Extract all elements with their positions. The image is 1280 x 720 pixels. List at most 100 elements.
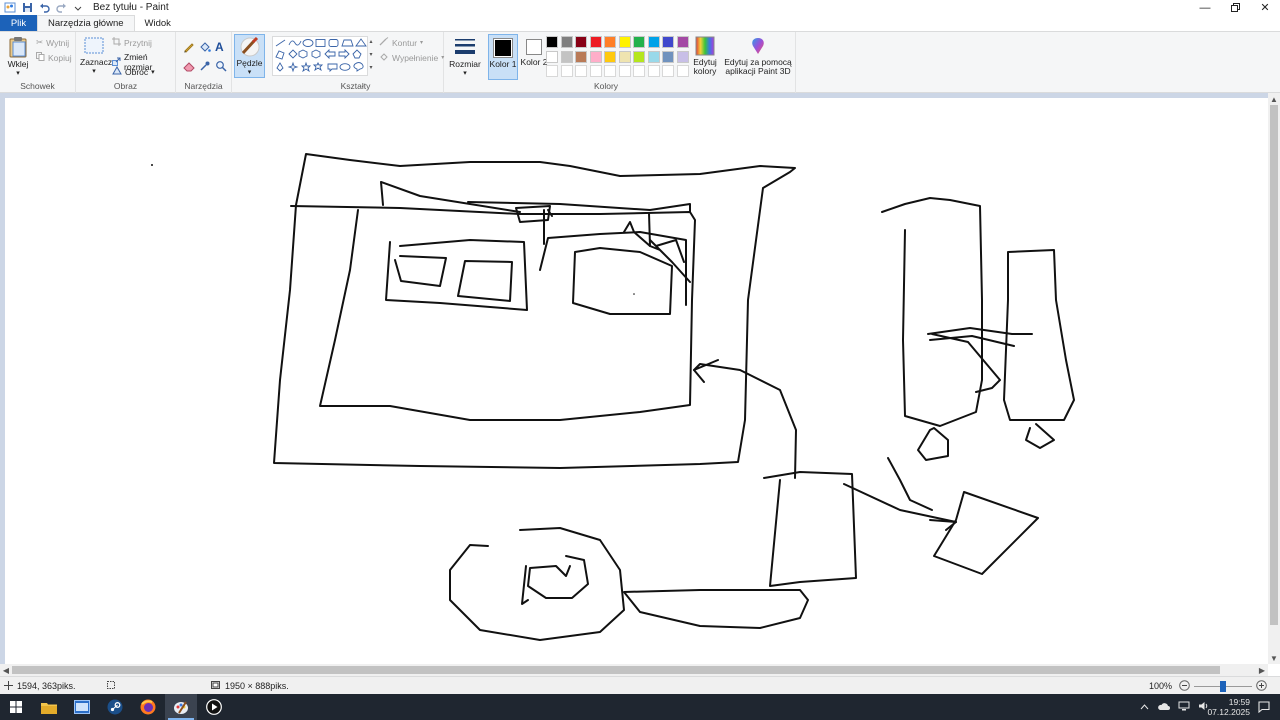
eraser-icon[interactable] <box>183 60 195 75</box>
paint3d-button[interactable]: Edytuj za pomocą aplikacji Paint 3D <box>724 36 792 76</box>
window-title: Bez tytułu - Paint <box>93 2 169 13</box>
undo-icon[interactable] <box>37 1 51 14</box>
tab-home[interactable]: Narzędzia główne <box>37 15 135 31</box>
app-window-icon[interactable] <box>66 694 98 720</box>
palette-color-swatch[interactable] <box>618 36 631 48</box>
palette-color-swatch[interactable] <box>676 50 689 63</box>
select-rectangle-icon <box>84 37 104 54</box>
vertical-scrollbar[interactable]: ▲ ▼ <box>1268 93 1280 664</box>
select-button[interactable]: Zaznacz ▾ <box>80 36 112 76</box>
size-button[interactable]: Rozmiar ▾ <box>448 36 482 78</box>
color1-button[interactable]: Kolor 1 <box>488 34 518 80</box>
palette-color-swatch[interactable] <box>560 50 573 63</box>
cut-button[interactable]: ✂ Wytnij <box>36 37 69 48</box>
canvas-area[interactable] <box>0 93 1268 664</box>
rotate-button[interactable]: Obróć ▾ <box>112 65 155 77</box>
palette-color-swatch[interactable] <box>618 50 631 63</box>
color2-button[interactable]: Kolor 2 <box>520 34 548 80</box>
outline-button[interactable]: Kontur ▾ <box>379 37 423 48</box>
fill-button[interactable]: Wypełnienie ▾ <box>379 52 444 63</box>
tab-file[interactable]: Plik <box>0 15 37 31</box>
palette-color-swatch[interactable] <box>662 36 674 48</box>
shapes-gallery[interactable] <box>272 36 368 76</box>
taskbar-clock[interactable]: 19:59 07.12.2025 <box>1207 697 1250 717</box>
zoom-slider[interactable] <box>1194 680 1253 692</box>
palette-color-swatch[interactable] <box>604 50 616 63</box>
media-player-icon[interactable] <box>198 694 230 720</box>
paint-taskbar-icon[interactable] <box>165 694 197 720</box>
text-tool-icon[interactable]: A <box>215 40 224 54</box>
custom-color-slot[interactable] <box>560 65 573 77</box>
close-button[interactable]: ✕ <box>1250 0 1280 15</box>
vertical-scroll-thumb[interactable] <box>1270 105 1278 625</box>
brushes-button[interactable]: Pędzle ▾ <box>234 34 265 78</box>
zoom-slider-thumb[interactable] <box>1220 680 1227 692</box>
notifications-icon[interactable] <box>1248 694 1280 720</box>
horizontal-scroll-thumb[interactable] <box>12 666 1220 674</box>
redo-icon[interactable] <box>54 1 68 14</box>
network-icon[interactable] <box>1178 701 1190 713</box>
palette-color-swatch[interactable] <box>633 50 645 63</box>
fill-icon <box>379 52 389 63</box>
onedrive-cloud-icon[interactable] <box>1157 702 1170 713</box>
zoom-controls: 100% <box>1149 677 1267 695</box>
palette-color-swatch[interactable] <box>633 36 645 48</box>
paint-app-icon <box>3 1 17 14</box>
palette-color-swatch[interactable] <box>589 36 602 48</box>
customize-toolbar-chevron-icon[interactable] <box>71 1 85 14</box>
palette-color-swatch[interactable] <box>604 36 616 48</box>
copy-button[interactable]: Kopiuj <box>36 52 72 63</box>
horizontal-scrollbar[interactable]: ◀ ▶ <box>0 664 1268 676</box>
fill-bucket-icon[interactable] <box>199 41 211 56</box>
scroll-up-icon[interactable]: ▲ <box>1268 93 1280 105</box>
magnifier-icon[interactable] <box>215 60 227 75</box>
palette-color-swatch[interactable] <box>647 36 660 48</box>
custom-color-slot[interactable] <box>546 65 558 77</box>
palette-color-swatch[interactable] <box>575 36 587 48</box>
palette-color-swatch[interactable] <box>546 36 558 48</box>
custom-color-slot[interactable] <box>575 65 587 77</box>
windows-start-icon[interactable] <box>0 694 32 720</box>
ribbon: Wklej ▾ ✂ Wytnij Kopiuj Schowek Zaznacz … <box>0 31 1280 93</box>
custom-color-slot[interactable] <box>633 65 645 77</box>
image-group: Zaznacz ▾ Przytnij Zmień rozmiar Obróć ▾… <box>76 32 176 93</box>
tray-overflow-chevron-icon[interactable] <box>1140 702 1149 712</box>
copy-icon <box>36 52 45 63</box>
custom-color-slot[interactable] <box>604 65 616 77</box>
palette-color-swatch[interactable] <box>676 36 689 48</box>
custom-color-slot[interactable] <box>662 65 674 77</box>
minimize-button[interactable]: — <box>1190 0 1220 15</box>
shapes-scroll[interactable]: ▴ ▾ ▾ <box>368 36 374 76</box>
custom-color-slot[interactable] <box>647 65 660 77</box>
pencil-icon[interactable] <box>183 41 195 56</box>
firefox-icon[interactable] <box>132 694 164 720</box>
custom-color-slot[interactable] <box>676 65 689 77</box>
brushes-label: Pędzle <box>236 58 263 68</box>
custom-color-slot[interactable] <box>618 65 631 77</box>
paste-button[interactable]: Wklej ▾ <box>4 36 32 78</box>
canvas-size-icon <box>211 680 221 692</box>
scroll-left-icon[interactable]: ◀ <box>0 664 12 676</box>
crop-button[interactable]: Przytnij <box>112 37 152 48</box>
file-explorer-icon[interactable] <box>33 694 65 720</box>
tab-view[interactable]: Widok <box>135 15 181 31</box>
drawing-canvas[interactable] <box>5 98 1268 664</box>
zoom-in-icon[interactable] <box>1256 679 1267 693</box>
shapes-group: ▴ ▾ ▾ Kontur ▾ Wypełnienie ▾ Kształty <box>268 32 444 93</box>
color-picker-icon[interactable] <box>199 60 211 75</box>
scroll-right-icon[interactable]: ▶ <box>1256 664 1268 676</box>
zoom-out-icon[interactable] <box>1179 679 1190 693</box>
custom-color-slot[interactable] <box>589 65 602 77</box>
palette-color-swatch[interactable] <box>560 36 573 48</box>
palette-color-swatch[interactable] <box>662 50 674 63</box>
palette-color-swatch[interactable] <box>647 50 660 63</box>
palette-color-swatch[interactable] <box>575 50 587 63</box>
crop-icon <box>112 37 121 48</box>
palette-color-swatch[interactable] <box>589 50 602 63</box>
maximize-button[interactable] <box>1220 0 1250 15</box>
steam-icon[interactable] <box>99 694 131 720</box>
save-icon[interactable] <box>20 1 34 14</box>
edit-colors-button[interactable]: Edytuj kolory <box>692 36 718 76</box>
palette-color-swatch[interactable] <box>546 50 558 63</box>
scroll-down-icon[interactable]: ▼ <box>1268 652 1280 664</box>
